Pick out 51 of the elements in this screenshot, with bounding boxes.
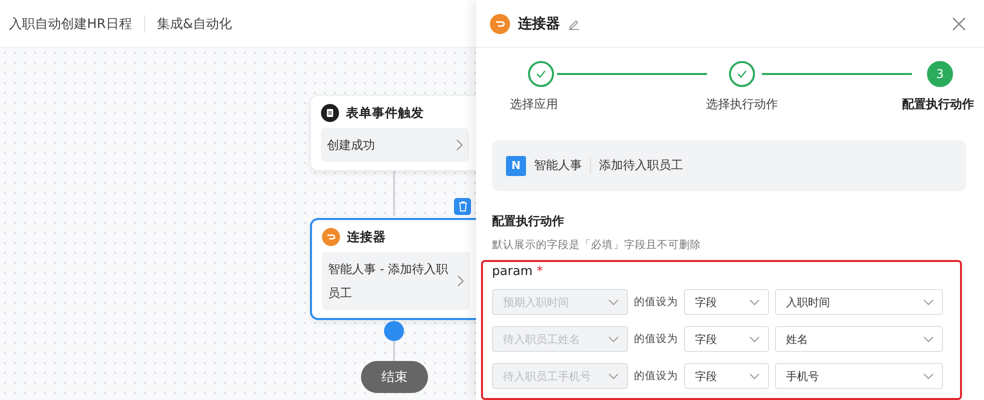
breadcrumb-item[interactable]: 集成&自动化 — [144, 14, 244, 32]
node-title: 表单事件触发 — [346, 104, 424, 122]
section-title: 配置执行动作 — [492, 213, 565, 230]
trash-icon — [458, 201, 468, 212]
trigger-node[interactable]: 表单事件触发 创建成功 — [310, 95, 476, 171]
chevron-down-icon — [923, 336, 934, 342]
add-node-dot[interactable] — [384, 321, 404, 341]
value-select[interactable]: 入职时间 — [775, 289, 943, 315]
step-label: 选择应用 — [510, 96, 558, 113]
edit-icon[interactable] — [568, 18, 580, 30]
chevron-down-icon — [608, 298, 619, 306]
node-detail[interactable]: 智能人事 - 添加待入职员工 — [322, 252, 470, 310]
chevron-right-icon — [457, 275, 464, 287]
panel-title: 连接器 — [518, 14, 560, 32]
param-label: param * — [492, 263, 544, 278]
section-hint: 默认展示的字段是「必填」字段且不可删除 — [492, 238, 702, 252]
form-icon — [321, 104, 339, 122]
step-label: 选择执行动作 — [706, 96, 778, 113]
end-node[interactable]: 结束 — [361, 361, 428, 393]
chevron-down-icon — [923, 372, 934, 380]
step-label: 配置执行动作 — [902, 96, 974, 113]
node-title: 连接器 — [347, 228, 386, 246]
chevron-down-icon — [923, 298, 934, 306]
assign-label: 的值设为 — [634, 295, 678, 309]
value-select[interactable]: 手机号 — [775, 363, 943, 389]
chevron-right-icon — [456, 139, 463, 151]
connector-icon — [490, 14, 510, 34]
close-icon — [952, 16, 966, 30]
connector-icon — [322, 228, 340, 246]
close-button[interactable] — [952, 16, 966, 30]
breadcrumb-item[interactable]: 入职自动创建HR日程 — [9, 14, 144, 32]
assign-label: 的值设为 — [634, 332, 678, 346]
action-name: 添加待入职员工 — [599, 157, 683, 174]
type-select[interactable]: 字段 — [684, 326, 769, 352]
chevron-down-icon — [608, 372, 619, 380]
app-name: 智能人事 — [534, 157, 591, 174]
assign-label: 的值设为 — [634, 369, 678, 383]
chevron-down-icon — [749, 336, 760, 342]
chevron-down-icon — [749, 372, 760, 380]
delete-button[interactable] — [454, 198, 471, 215]
type-select[interactable]: 字段 — [684, 289, 769, 315]
step-circle: 3 — [927, 61, 953, 87]
connector-node[interactable]: 连接器 智能人事 - 添加待入职员工 — [310, 218, 476, 320]
value-select[interactable]: 姓名 — [775, 326, 943, 352]
app-logo: N — [506, 156, 526, 176]
chevron-down-icon — [608, 336, 619, 342]
node-detail[interactable]: 创建成功 — [321, 128, 469, 162]
type-select[interactable]: 字段 — [684, 363, 769, 389]
check-icon — [536, 70, 546, 78]
check-icon — [736, 70, 747, 78]
chevron-down-icon — [749, 298, 760, 306]
